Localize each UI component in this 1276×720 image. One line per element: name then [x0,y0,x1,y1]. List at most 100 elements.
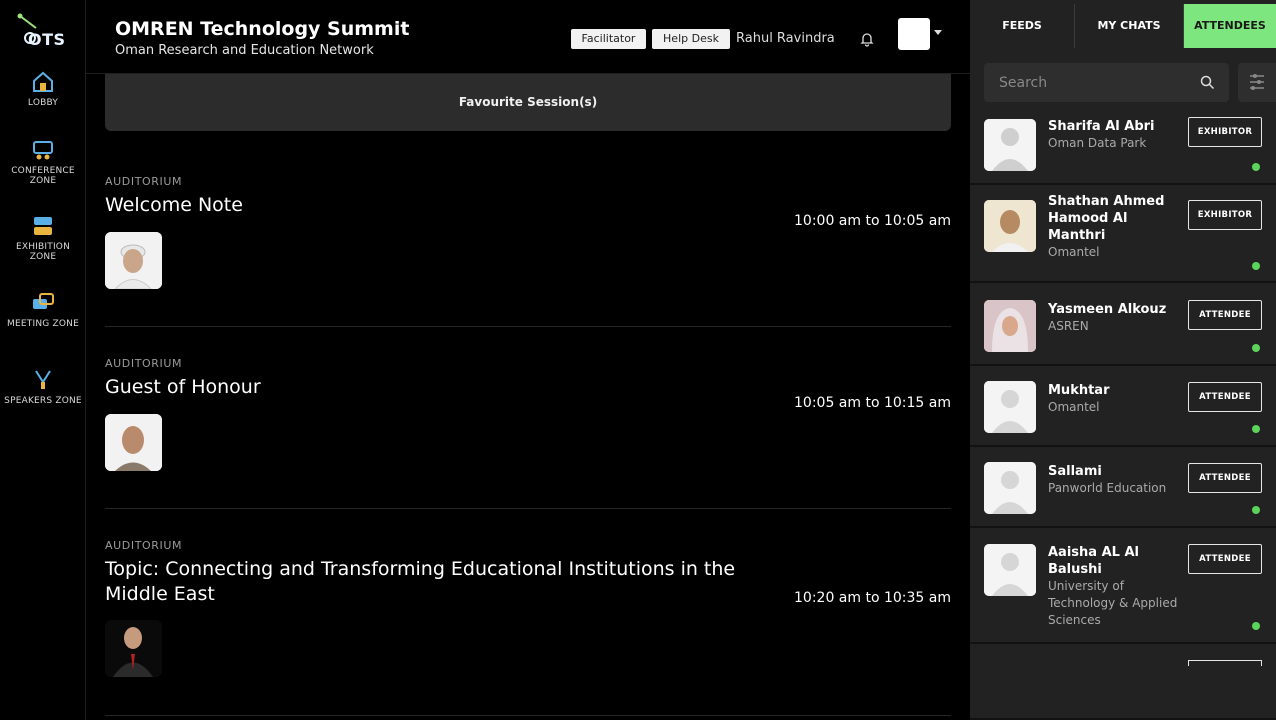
attendee-name: Mukhtar Omantel [1048,382,1188,416]
attendee-org: Omantel [1048,245,1100,259]
sidebar-item-exhibition[interactable]: EXHIBITION ZONE [0,214,86,262]
session-venue: AUDITORIUM [105,175,183,188]
attendee-name: Aaisha AL Al Balushi University of Techn… [1048,544,1183,629]
attendee-avatar [984,300,1036,352]
sidebar-item-label: LOBBY [27,98,59,108]
sidebar-item-conference[interactable]: CONFERENCE ZONE [0,138,86,186]
attendee-role-badge: ATTENDEE [1188,300,1262,330]
attendee-avatar [984,119,1036,171]
filter-button[interactable] [1238,63,1276,102]
online-status-dot [1252,262,1260,270]
left-sidebar: OTS LOBBY CONFERENCE ZONE EXHIBITION ZON… [0,0,86,720]
event-subtitle: Oman Research and Education Network [115,43,374,58]
speaker-photo-icon [105,414,162,471]
attendee-role-badge-partial [1188,660,1262,666]
attendee-role-badge: EXHIBITOR [1188,200,1262,230]
attendee-name-text: Yasmeen Alkouz [1048,302,1167,317]
online-status-dot [1252,622,1260,630]
search-input[interactable] [984,63,1194,102]
top-header: OMREN Technology Summit Oman Research an… [86,0,970,74]
session-title: Welcome Note [105,194,243,216]
attendee-name-text: Sharifa Al Abri [1048,119,1155,134]
session-time: 10:00 am to 10:05 am [794,213,951,229]
facilitator-button[interactable]: Facilitator [571,29,646,49]
online-status-dot [1252,425,1260,433]
attendee-name: Shathan Ahmed Hamood Al Manthri Omantel [1048,193,1188,261]
user-photo-icon [984,300,1036,352]
session-divider [105,508,951,509]
attendee-avatar [984,462,1036,514]
session-item[interactable]: AUDITORIUM Guest of Honour 10:05 am to 1… [105,357,951,517]
ots-logo[interactable]: OTS [14,12,70,52]
user-avatar-button[interactable] [898,18,930,50]
right-panel: FEEDS MY CHATS ATTENDEES Search Sharifa … [970,0,1276,720]
online-status-dot [1252,163,1260,171]
attendee-avatar [984,381,1036,433]
speaker-avatar[interactable] [105,620,162,677]
tab-my-chats[interactable]: MY CHATS [1075,4,1184,48]
attendee-card[interactable]: Sharifa Al Abri Oman Data Park EXHIBITOR [970,112,1276,185]
user-placeholder-icon [984,119,1036,171]
meeting-icon [33,293,54,309]
attendee-role-badge: ATTENDEE [1188,544,1262,574]
attendee-role-badge: ATTENDEE [1188,382,1262,412]
attendee-org: University of Technology & Applied Scien… [1048,579,1178,627]
attendee-name-text: Sallami [1048,464,1102,479]
sidebar-item-label: SPEAKERS ZONE [4,396,82,406]
speaker-photo-icon [105,232,162,289]
tab-attendees[interactable]: ATTENDEES [1184,4,1276,48]
filter-icon [1250,74,1264,90]
attendee-card[interactable]: Aaisha AL Al Balushi University of Techn… [970,530,1276,644]
attendee-card[interactable]: Shathan Ahmed Hamood Al Manthri Omantel … [970,187,1276,283]
bell-icon[interactable] [859,31,875,47]
search-box [984,63,1229,102]
attendee-card[interactable]: Mukhtar Omantel ATTENDEE [970,368,1276,447]
attendee-avatar [984,544,1036,596]
search-icon[interactable] [1200,75,1215,90]
attendee-card-partial[interactable] [970,646,1276,720]
help-desk-button[interactable]: Help Desk [652,29,730,49]
speaker-avatar[interactable] [105,414,162,471]
sessions-panel: Favourite Session(s) AUDITORIUM Welcome … [86,74,970,720]
session-time: 10:20 am to 10:35 am [794,590,951,606]
conference-icon [33,141,53,160]
speakers-icon [35,370,51,389]
attendee-name: Sharifa Al Abri Oman Data Park [1048,118,1188,152]
tab-feeds[interactable]: FEEDS [970,4,1075,48]
session-venue: AUDITORIUM [105,539,183,552]
speaker-photo-icon [105,620,162,677]
sidebar-item-speakers[interactable]: SPEAKERS ZONE [0,368,86,406]
attendee-card[interactable]: Yasmeen Alkouz ASREN ATTENDEE [970,285,1276,366]
session-venue: AUDITORIUM [105,357,183,370]
attendee-name-text: Aaisha AL Al Balushi [1048,545,1139,577]
attendee-avatar [984,200,1036,252]
user-placeholder-icon [984,544,1036,596]
attendee-role-badge: ATTENDEE [1188,463,1262,493]
sidebar-item-meeting[interactable]: MEETING ZONE [0,291,86,329]
online-status-dot [1252,506,1260,514]
sidebar-item-label: MEETING ZONE [7,319,79,329]
session-title: Topic: Connecting and Transforming Educa… [105,558,736,605]
session-title: Guest of Honour [105,376,261,398]
attendee-name-text: Mukhtar [1048,383,1110,398]
attendee-org: ASREN [1048,319,1089,333]
attendee-name: Sallami Panworld Education [1048,463,1193,497]
logo-text: OTS [28,30,66,49]
speaker-avatar[interactable] [105,232,162,289]
attendee-card[interactable]: Sallami Panworld Education ATTENDEE [970,449,1276,528]
session-divider [105,715,951,716]
sidebar-item-label: CONFERENCE ZONE [11,166,75,186]
session-item[interactable]: AUDITORIUM Welcome Note 10:00 am to 10:0… [105,175,951,335]
online-status-dot [1252,344,1260,352]
chevron-down-icon[interactable] [934,30,942,35]
user-placeholder-icon [984,381,1036,433]
attendee-role-badge: EXHIBITOR [1188,117,1262,147]
session-item[interactable]: AUDITORIUM Topic: Connecting and Transfo… [105,539,951,719]
sidebar-item-lobby[interactable]: LOBBY [0,70,86,108]
favourite-sessions-button[interactable]: Favourite Session(s) [105,74,951,131]
session-time: 10:05 am to 10:15 am [794,395,951,411]
attendee-name-text: Shathan Ahmed Hamood Al Manthri [1048,194,1165,243]
session-divider [105,326,951,327]
user-photo-icon [984,200,1036,252]
right-panel-tabs: FEEDS MY CHATS ATTENDEES [970,4,1276,48]
